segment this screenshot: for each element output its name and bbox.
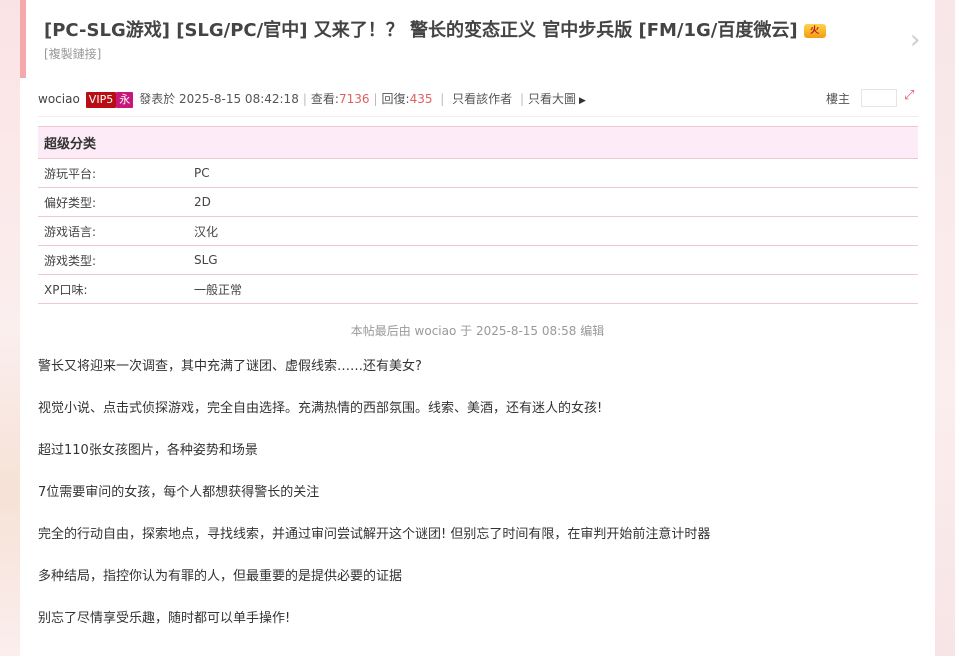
divider: |	[436, 92, 449, 106]
category-value: 一般正常	[188, 274, 918, 304]
content-paragraph: 7位需要审问的女孩，每个人都想获得警长的关注	[38, 485, 320, 500]
category-value: PC	[188, 158, 918, 188]
table-row: 游戏类型: SLG	[38, 245, 918, 275]
category-value: 汉化	[188, 216, 918, 246]
copy-link-button[interactable]: [複製鏈接]	[44, 45, 101, 62]
thread-title: [PC-SLG游戏] [SLG/PC/官中] 又来了！？ 警长的变态正义 官中步…	[44, 16, 826, 42]
background-left-decoration	[0, 0, 20, 656]
vip-badge: VIP5	[85, 92, 117, 108]
category-key: 偏好类型:	[38, 187, 188, 217]
table-row: 游戏语言: 汉化	[38, 216, 918, 246]
content-paragraph: 超过110张女孩图片，各种姿势和场景	[38, 443, 258, 458]
category-value: 2D	[188, 187, 918, 217]
floor-jump-input[interactable]	[861, 89, 897, 107]
post-time: 發表於 2025-8-15 08:42:18	[139, 92, 299, 106]
table-row: 偏好类型: 2D	[38, 187, 918, 217]
category-header-row: 超级分类	[38, 126, 918, 159]
category-key: 游戏语言:	[38, 216, 188, 246]
table-row: XP口味: 一般正常	[38, 274, 918, 304]
category-header: 超级分类	[38, 126, 918, 159]
content-paragraph: 警长又将迎来一次调查，其中充满了谜团、虚假线索……还有美女?	[38, 359, 422, 374]
thread-title-text: [PC-SLG游戏] [SLG/PC/官中] 又来了！？ 警长的变态正义 官中步…	[44, 20, 798, 41]
author-link[interactable]: wociao	[38, 92, 80, 106]
category-value: SLG	[188, 245, 918, 275]
big-image-link[interactable]: 只看大圖	[528, 92, 576, 106]
divider: |	[516, 92, 525, 106]
category-key: XP口味:	[38, 274, 188, 304]
meta-divider	[38, 116, 918, 117]
content-paragraph: 视觉小说、点击式侦探游戏，完全自由选择。充满热情的西部氛围。线索、美酒，还有迷人…	[38, 401, 603, 416]
content-paragraph: 多种结局，指控你认为有罪的人，但最重要的是提供必要的证据	[38, 569, 403, 584]
play-triangle-icon[interactable]: ▶	[579, 96, 586, 106]
table-row: 游玩平台: PC	[38, 158, 918, 188]
content-paragraph: 别忘了尽情享受乐趣，随时都可以单手操作!	[38, 611, 291, 626]
background-right-decoration	[935, 0, 955, 656]
divider: |	[373, 92, 378, 106]
title-accent-bar	[20, 0, 26, 78]
edited-note: 本帖最后由 wociao 于 2025-8-15 08:58 编辑	[350, 324, 605, 338]
permanent-badge: 永	[116, 92, 134, 108]
replies-count: 435	[409, 92, 433, 106]
floor-label: 樓主	[826, 92, 851, 106]
hot-badge-icon: 火	[803, 24, 826, 38]
views-label: 查看:	[310, 92, 339, 106]
next-thread-chevron-icon[interactable]: ›	[910, 26, 926, 54]
floor-jump-icon[interactable]: ⤢	[904, 88, 920, 104]
post-content: 警长又将迎来一次调查，其中充满了谜团、虚假线索……还有美女? 视觉小说、点击式侦…	[38, 358, 918, 652]
views-count: 7136	[338, 92, 370, 106]
divider: |	[302, 92, 307, 106]
only-author-link[interactable]: 只看該作者	[452, 92, 512, 106]
post-panel: [PC-SLG游戏] [SLG/PC/官中] 又来了！？ 警长的变态正义 官中步…	[20, 0, 935, 656]
replies-label: 回復:	[381, 92, 410, 106]
content-paragraph: 完全的行动自由，探索地点，寻找线索，并通过审问尝试解开这个谜团! 但别忘了时间有…	[38, 527, 711, 542]
category-key: 游戏类型:	[38, 245, 188, 275]
category-key: 游玩平台:	[38, 158, 188, 188]
category-table: 超级分类 游玩平台: PC 偏好类型: 2D 游戏语言: 汉化 游戏类型: SL…	[38, 126, 918, 304]
post-meta: wociao VIP5 永發表於 2025-8-15 08:42:18 | 查看:713…	[38, 90, 918, 110]
